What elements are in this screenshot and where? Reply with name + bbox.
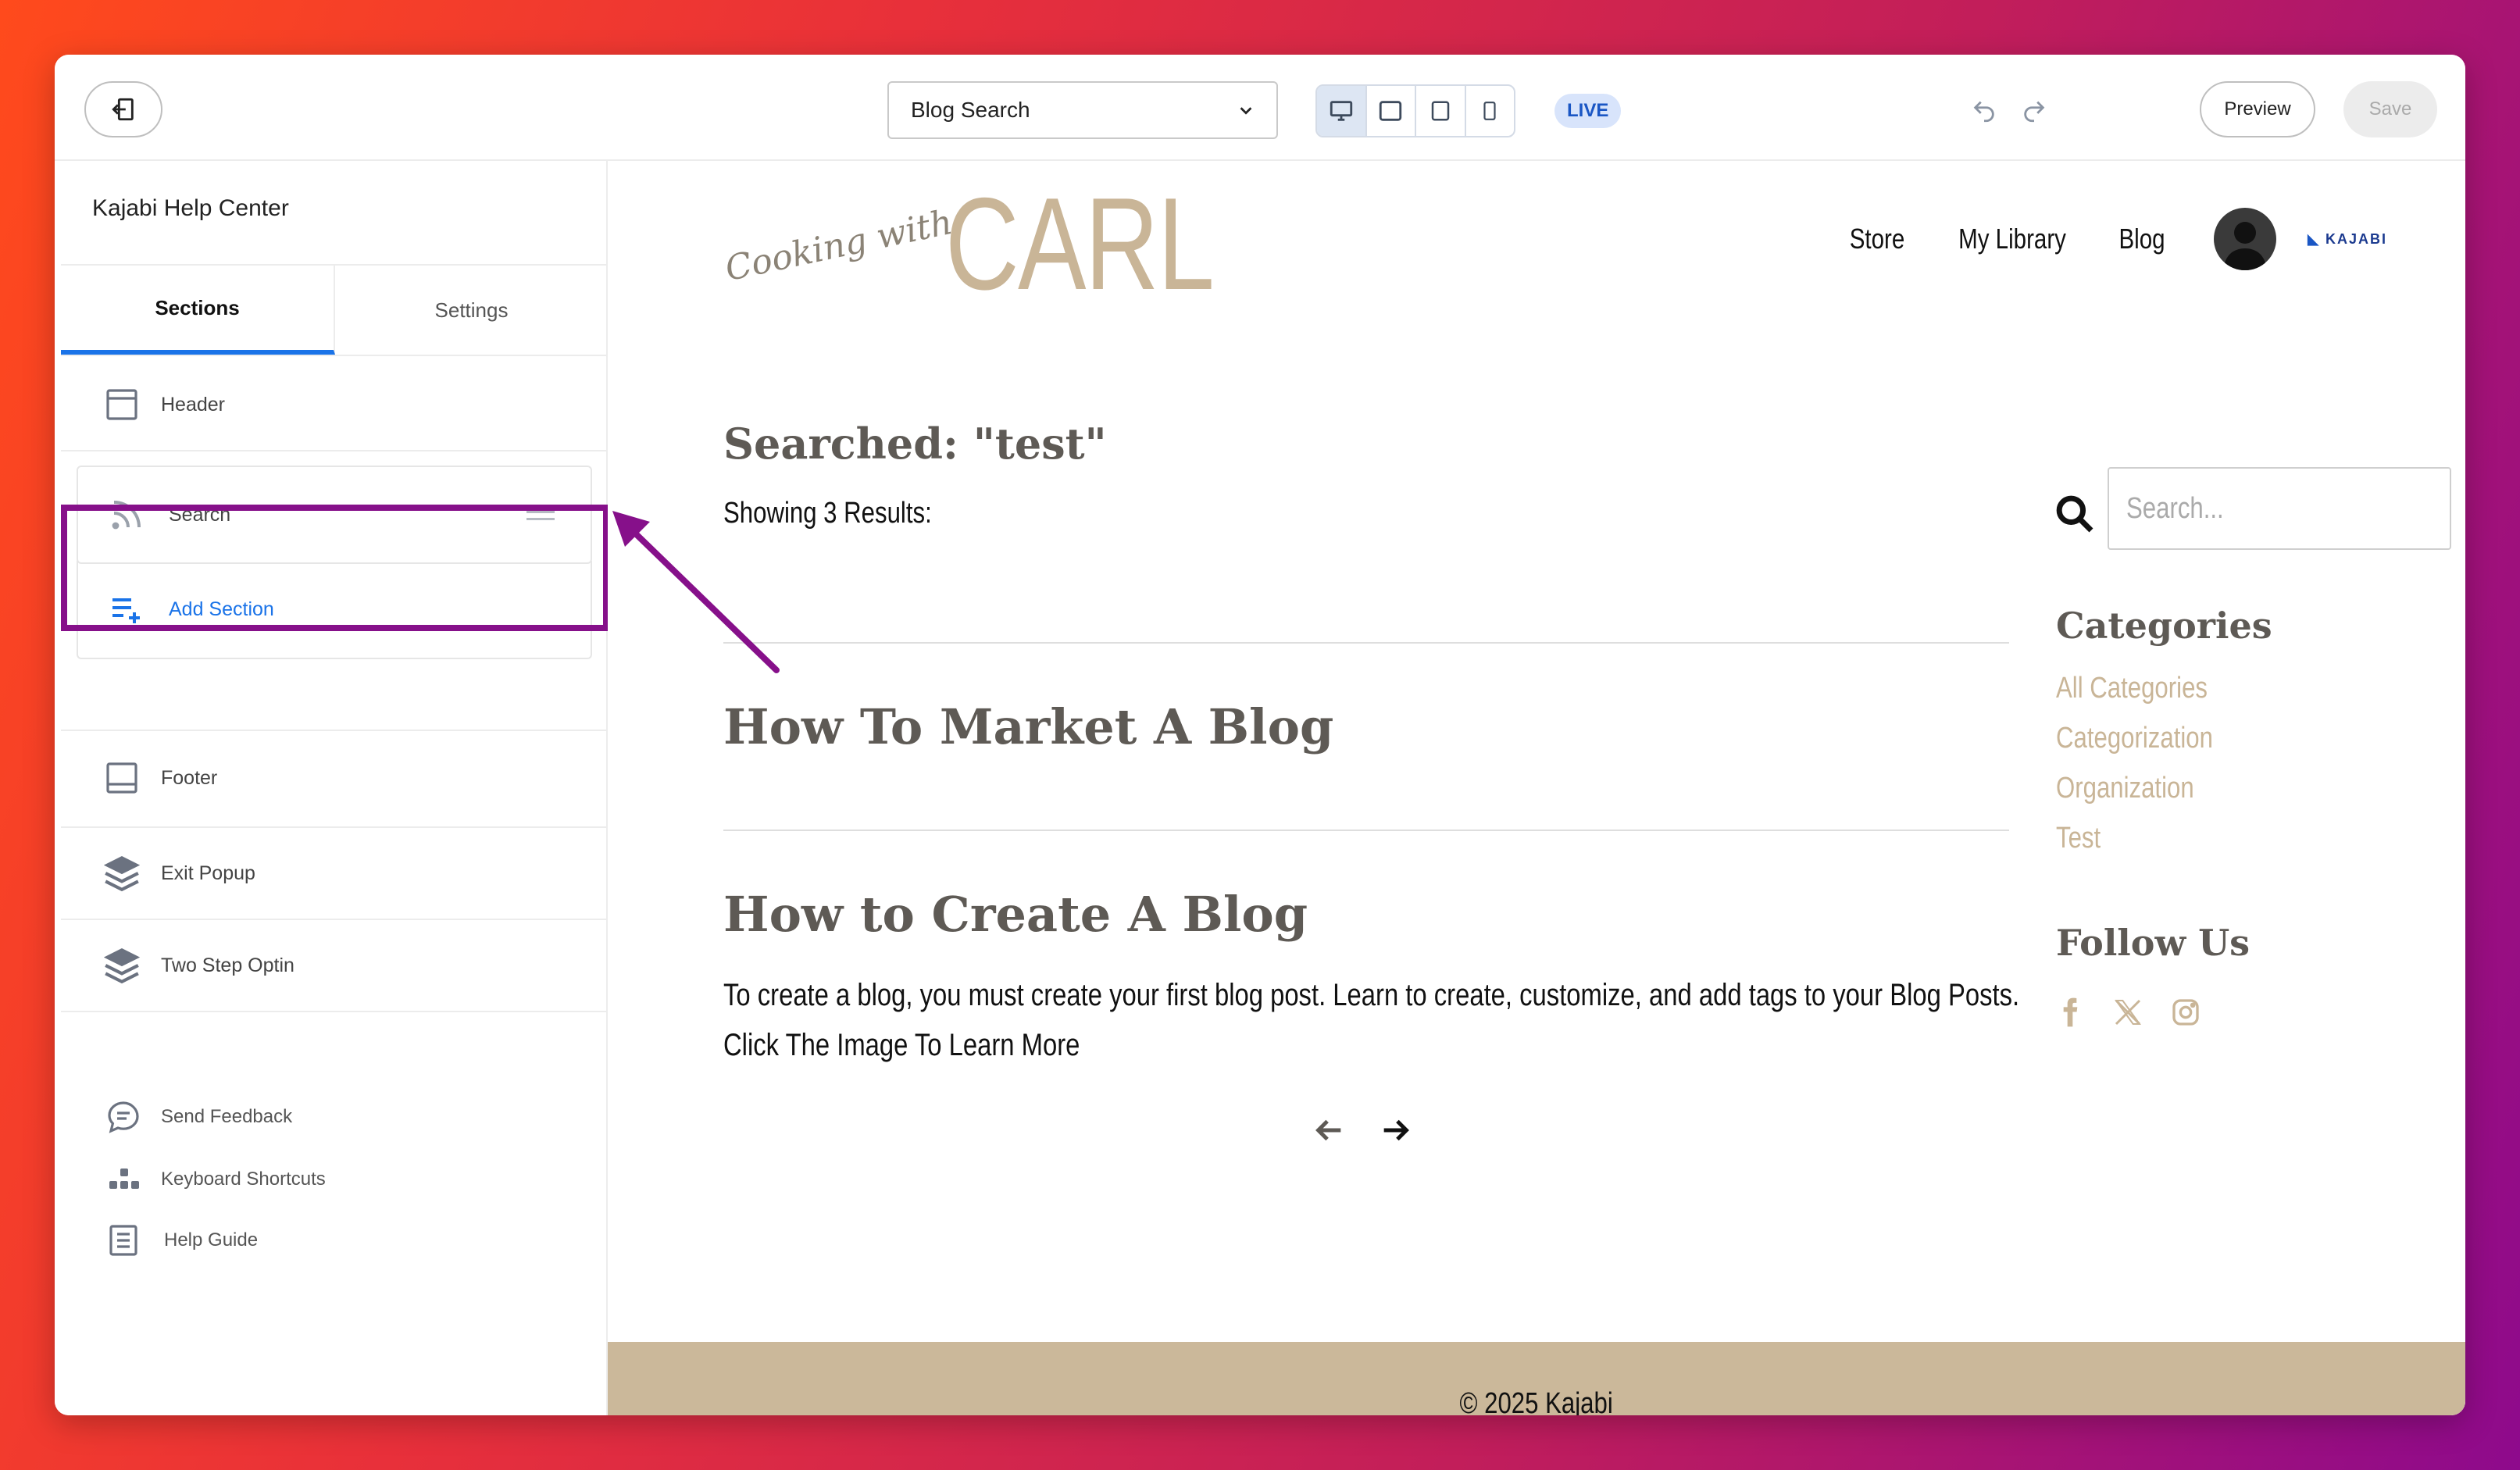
- document-icon: [105, 1222, 142, 1259]
- sidebar-tabs: Sections Settings: [61, 264, 608, 356]
- nav-link-my-library[interactable]: My Library: [1958, 223, 2066, 255]
- nav-link-store[interactable]: Store: [1850, 223, 1905, 255]
- facebook-icon[interactable]: [2054, 995, 2086, 1029]
- site-logo[interactable]: Cooking with CARL: [721, 170, 1289, 317]
- section-item-exit-popup[interactable]: Exit Popup: [61, 828, 608, 919]
- category-link[interactable]: All Categories: [2056, 672, 2208, 705]
- live-badge: LIVE: [1554, 94, 1622, 128]
- keyboard-shortcuts-label: Keyboard Shortcuts: [161, 1169, 326, 1190]
- header-layout-icon: [102, 384, 142, 425]
- tab-sections[interactable]: Sections: [61, 266, 335, 355]
- page-select-value: Blog Search: [911, 98, 1030, 122]
- category-link[interactable]: Organization: [2056, 772, 2194, 805]
- tablet-landscape-icon: [1380, 101, 1402, 121]
- send-feedback-label: Send Feedback: [161, 1106, 293, 1127]
- post-excerpt-line: To create a blog, you must create your f…: [723, 978, 2020, 1012]
- exit-editor-button[interactable]: [84, 81, 162, 137]
- site-title: Kajabi Help Center: [92, 195, 289, 221]
- section-item-label: Footer: [161, 766, 218, 789]
- kajabi-brand-text: KAJABI: [2325, 230, 2387, 247]
- post-title-link[interactable]: How To Market A Blog: [723, 698, 1333, 755]
- site-footer: © 2025 Kajabi: [608, 1342, 2465, 1415]
- divider: [61, 450, 608, 451]
- device-switcher: [1315, 84, 1515, 137]
- section-item-header[interactable]: Header: [61, 362, 608, 447]
- desktop-view-button[interactable]: [1317, 86, 1367, 136]
- section-item-label: Exit Popup: [161, 862, 255, 884]
- section-item-two-step-optin[interactable]: Two Step Optin: [61, 920, 608, 1011]
- editor-window: Blog Search LIVE Preview Save Kajabi Hel…: [55, 55, 2465, 1415]
- previous-page-arrow-icon[interactable]: [1311, 1112, 1347, 1148]
- page-preview: Cooking with CARL Store My Library Blog …: [608, 161, 2465, 1415]
- keyboard-shortcuts-link[interactable]: Keyboard Shortcuts: [55, 1161, 326, 1198]
- desktop-icon: [1330, 101, 1352, 121]
- kajabi-brand[interactable]: ◣ KAJABI: [2308, 231, 2387, 248]
- section-item-label: Two Step Optin: [161, 954, 294, 976]
- highlight-box: [61, 505, 609, 631]
- layers-icon: [102, 945, 142, 986]
- chat-bubble-icon: [105, 1098, 142, 1136]
- section-item-footer[interactable]: Footer: [61, 731, 608, 825]
- help-guide-link[interactable]: Help Guide: [55, 1222, 258, 1259]
- logo-name-text: CARL: [944, 170, 1215, 317]
- avatar[interactable]: [2214, 208, 2277, 270]
- x-icon[interactable]: [2112, 995, 2143, 1029]
- divider: [723, 830, 2009, 831]
- chevron-down-icon: [1240, 107, 1252, 115]
- instagram-icon[interactable]: [2170, 995, 2201, 1029]
- sections-sidebar: Kajabi Help Center Sections Settings Hea…: [55, 161, 609, 1415]
- user-silhouette-icon: [2223, 222, 2268, 270]
- keyboard-icon: [105, 1161, 142, 1198]
- mobile-view-button[interactable]: [1466, 86, 1515, 136]
- editor-toolbar: Blog Search LIVE Preview Save: [55, 55, 2465, 161]
- results-count: Showing 3 Results:: [723, 497, 932, 530]
- help-guide-label: Help Guide: [164, 1229, 259, 1251]
- undo-icon: [1973, 101, 1994, 123]
- categories-heading: Categories: [2056, 605, 2272, 647]
- follow-us-heading: Follow Us: [2056, 922, 2251, 964]
- layers-icon: [102, 853, 142, 894]
- undo-button[interactable]: [1967, 94, 2001, 128]
- footer-layout-icon: [102, 758, 142, 798]
- page-select[interactable]: Blog Search: [887, 81, 1278, 139]
- blog-search-input[interactable]: Search...: [2108, 467, 2451, 550]
- redo-button[interactable]: [2017, 94, 2051, 128]
- search-results-title: Searched: "test": [723, 419, 1107, 469]
- tablet-portrait-view-button[interactable]: [1416, 86, 1466, 136]
- social-links: [2054, 995, 2201, 1029]
- next-page-arrow-icon[interactable]: [1378, 1112, 1414, 1148]
- category-link[interactable]: Test: [2056, 822, 2101, 855]
- save-button[interactable]: Save: [2343, 81, 2437, 137]
- pagination: [1311, 1112, 1414, 1148]
- site-nav: Store My Library Blog ◣ KAJABI: [1844, 208, 2465, 270]
- tablet-landscape-view-button[interactable]: [1367, 86, 1416, 136]
- logo-script-text: Cooking with: [721, 202, 956, 290]
- search-icon[interactable]: [2053, 492, 2097, 540]
- post-title-link[interactable]: How to Create A Blog: [723, 886, 1308, 943]
- search-placeholder: Search...: [2126, 491, 2224, 525]
- mobile-icon: [1483, 102, 1496, 120]
- redo-icon: [2024, 101, 2045, 123]
- post-excerpt: To create a blog, you must create your f…: [723, 970, 2068, 1070]
- category-link[interactable]: Categorization: [2056, 722, 2213, 755]
- divider: [61, 1011, 608, 1012]
- exit-icon: [112, 98, 134, 121]
- preview-button[interactable]: Preview: [2200, 81, 2315, 137]
- tab-settings[interactable]: Settings: [335, 266, 608, 355]
- nav-link-blog[interactable]: Blog: [2119, 223, 2165, 255]
- divider: [723, 642, 2009, 644]
- footer-copyright: © 2025 Kajabi: [1459, 1386, 1614, 1416]
- tablet-portrait-icon: [1431, 101, 1449, 121]
- post-excerpt-line: Click The Image To Learn More: [723, 1028, 1080, 1062]
- send-feedback-link[interactable]: Send Feedback: [55, 1098, 292, 1136]
- section-item-label: Header: [161, 393, 225, 416]
